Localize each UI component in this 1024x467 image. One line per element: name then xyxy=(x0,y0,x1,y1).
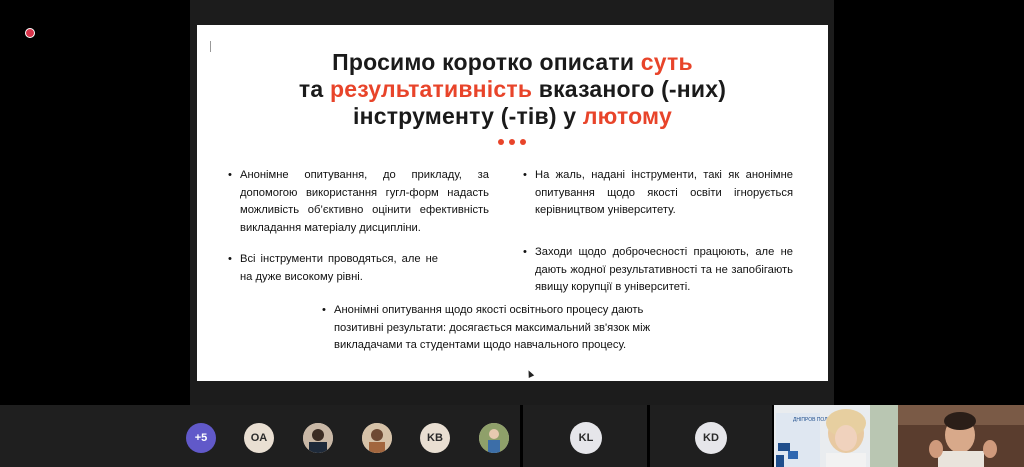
bullet-item: • Анонімні опитування щодо якості освітнь… xyxy=(322,304,651,352)
bullet-item: • На жаль, надані інструменти, такі як ан… xyxy=(523,169,793,217)
participant-video-tile[interactable]: ДНІПРОВ ПОЛІТЕХ 1899 xyxy=(774,405,898,467)
bullet-item: • Всі інструменти проводяться, але не на … xyxy=(228,253,438,283)
shared-slide: Просимо коротко описати суть та результа… xyxy=(197,25,828,381)
text-caret xyxy=(210,41,211,52)
title-line2: та результативність вказаного (-них) xyxy=(298,76,727,102)
participant-avatar[interactable]: KB xyxy=(420,423,450,453)
title-line1: Просимо коротко описати суть xyxy=(332,49,693,75)
title-line3: інструменту (-тів) у лютому xyxy=(353,103,672,129)
participant-avatar[interactable]: OA xyxy=(244,423,274,453)
participant-avatar[interactable] xyxy=(362,423,392,453)
more-participants-button[interactable]: +5 xyxy=(186,423,216,453)
bullet-item: • Анонімне опитування, до прикладу, за до… xyxy=(228,169,489,234)
participant-video-tile[interactable] xyxy=(898,405,1024,467)
participant-avatar[interactable]: KL xyxy=(570,422,602,454)
recording-indicator-icon xyxy=(25,28,35,38)
mouse-cursor-icon xyxy=(525,369,535,378)
bullet-item: • Заходи щодо доброчесності працюють, але… xyxy=(523,246,793,294)
participant-avatar[interactable]: KD xyxy=(695,422,727,454)
decorative-dots xyxy=(498,139,526,145)
slide-title: Просимо коротко описати суть та результа… xyxy=(227,49,798,130)
participant-avatar[interactable] xyxy=(479,423,509,453)
participant-avatar[interactable] xyxy=(303,423,333,453)
